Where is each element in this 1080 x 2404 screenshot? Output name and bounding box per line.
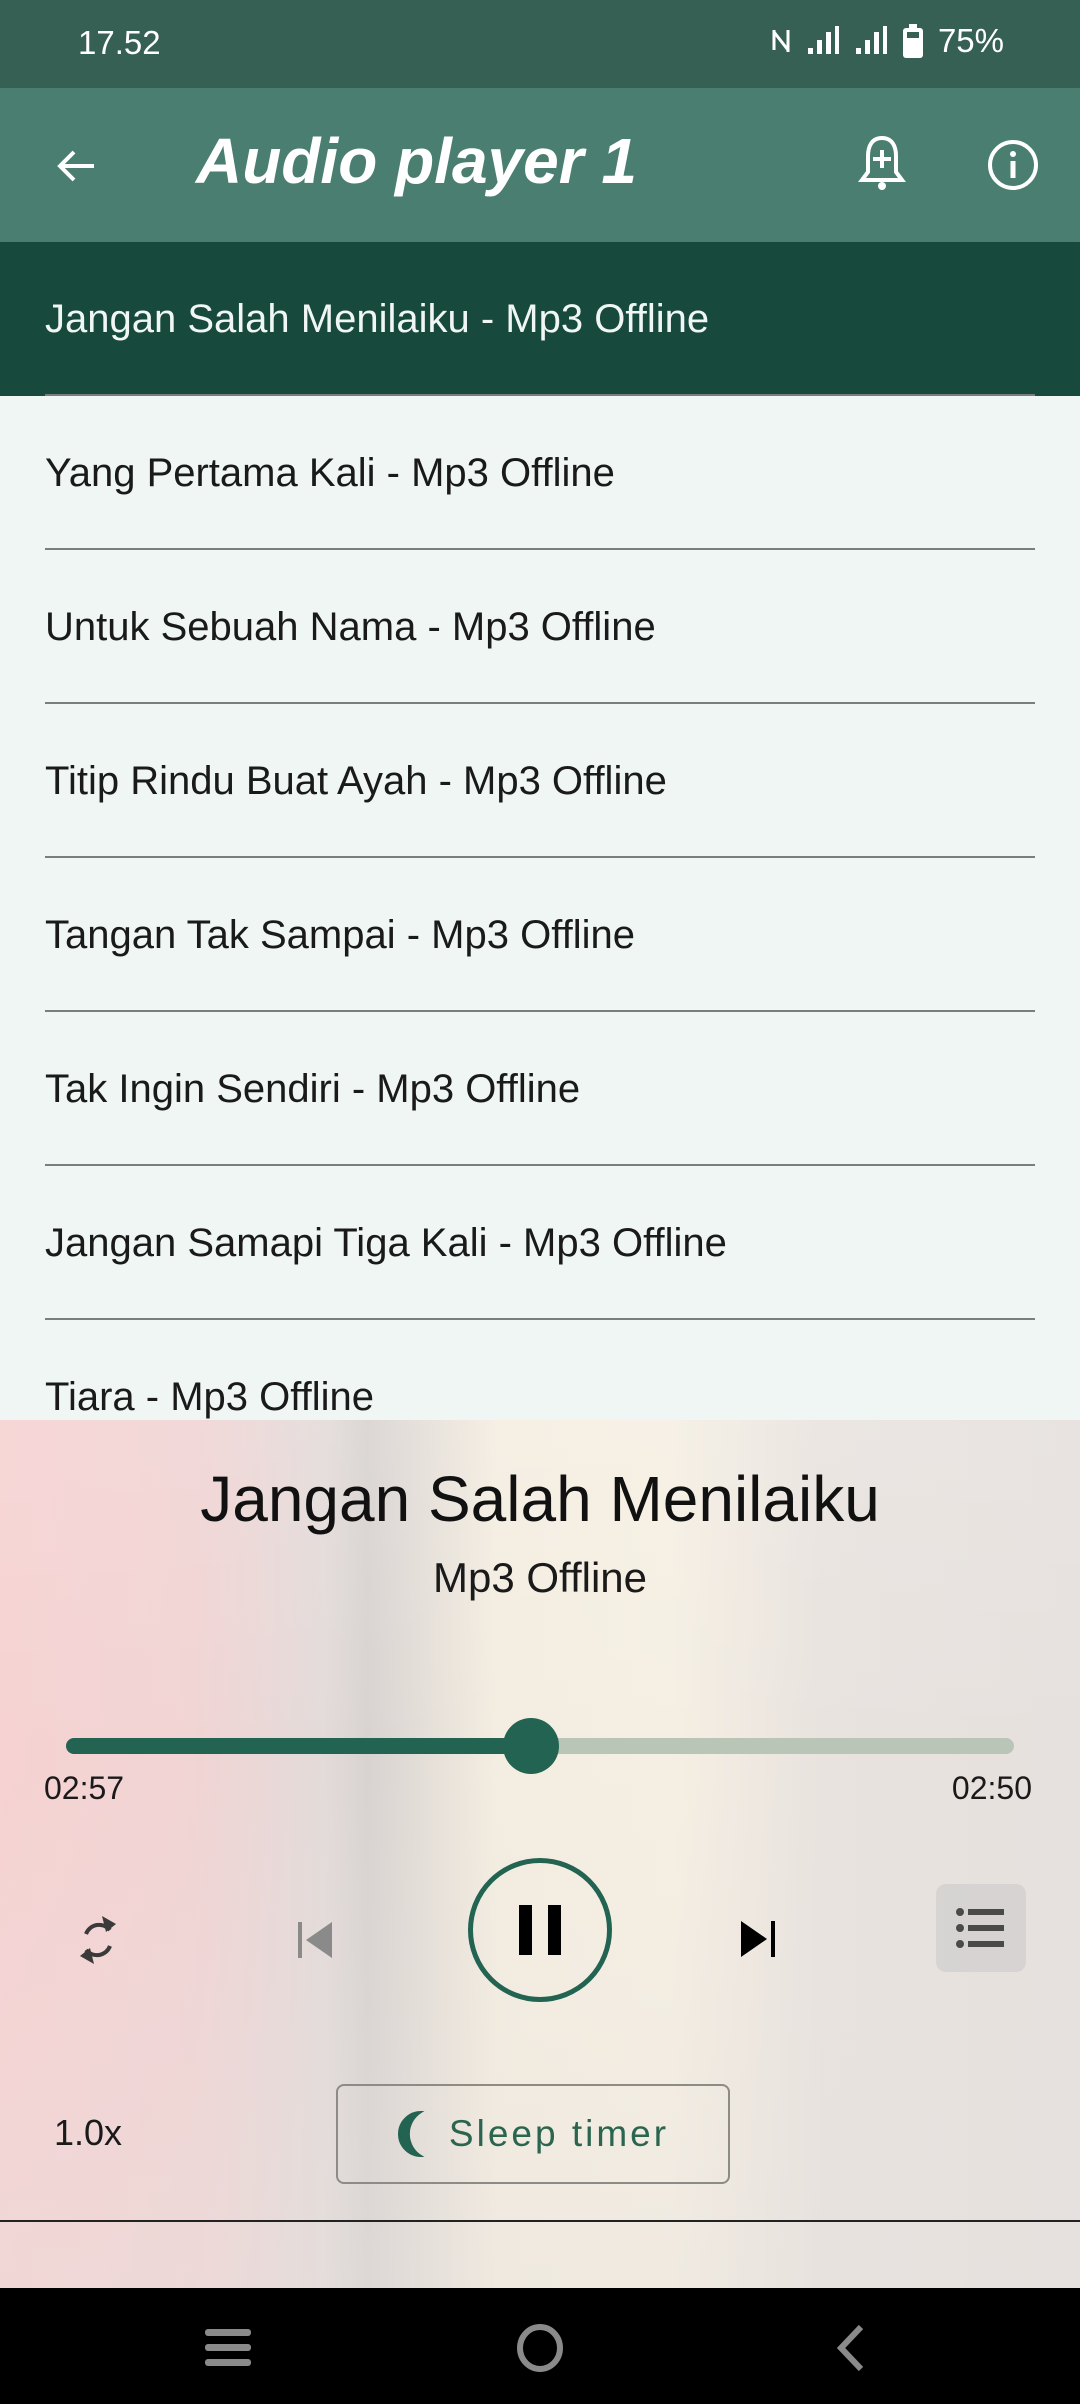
list-item[interactable]: Jangan Samapi Tiga Kali - Mp3 Offline <box>0 1166 1080 1320</box>
nfc-icon <box>770 26 792 56</box>
divider <box>0 2220 1080 2222</box>
list-item[interactable]: Jangan Salah Menilaiku - Mp3 Offline <box>0 242 1080 396</box>
now-playing-title: Jangan Salah Menilaiku <box>200 1463 880 1535</box>
playlist: Jangan Salah Menilaiku - Mp3 Offline Yan… <box>0 242 1080 1420</box>
player-panel: Jangan Salah Menilaiku Mp3 Offline 02:57… <box>0 1420 1080 2288</box>
list-item[interactable]: Yang Pertama Kali - Mp3 Offline <box>0 396 1080 550</box>
back-icon <box>836 2324 864 2372</box>
recents-icon <box>205 2329 251 2366</box>
signal-icon <box>806 26 840 56</box>
status-time: 17.52 <box>78 24 161 61</box>
playback-speed[interactable]: 1.0x <box>54 2112 122 2154</box>
seek-progress <box>66 1738 531 1754</box>
pause-button[interactable] <box>468 1858 612 2002</box>
next-button[interactable] <box>736 1910 782 1968</box>
list-item[interactable]: Titip Rindu Buat Ayah - Mp3 Offline <box>0 704 1080 858</box>
page-title: Audio player 1 <box>196 125 637 197</box>
back-nav-button[interactable] <box>820 2318 880 2378</box>
track-label: Titip Rindu Buat Ayah - Mp3 Offline <box>45 758 667 803</box>
info-button[interactable] <box>986 138 1040 192</box>
track-label: Tangan Tak Sampai - Mp3 Offline <box>45 912 635 957</box>
sleep-timer-label: Sleep timer <box>448 2113 670 2154</box>
status-icons: 75% <box>770 22 1004 60</box>
total-time: 02:50 <box>951 1770 1032 1806</box>
back-button[interactable] <box>50 138 106 194</box>
queue-list-icon <box>956 1908 1004 1948</box>
previous-button[interactable] <box>288 1914 344 1966</box>
pause-icon <box>519 1905 561 1955</box>
signal-icon <box>854 26 888 56</box>
info-icon <box>988 140 1038 190</box>
elapsed-time: 02:57 <box>44 1770 125 1806</box>
queue-button[interactable] <box>936 1884 1026 1972</box>
seek-bar[interactable] <box>66 1718 1014 1774</box>
track-label: Jangan Salah Menilaiku - Mp3 Offline <box>45 296 710 341</box>
home-button[interactable] <box>510 2318 570 2378</box>
track-label: Yang Pertama Kali - Mp3 Offline <box>45 450 615 495</box>
track-label: Jangan Samapi Tiga Kali - Mp3 Offline <box>45 1220 727 1265</box>
list-item[interactable]: Untuk Sebuah Nama - Mp3 Offline <box>0 550 1080 704</box>
skip-next-icon <box>741 1921 775 1957</box>
seek-thumb[interactable] <box>502 1718 559 1774</box>
moon-icon <box>397 2110 425 2158</box>
system-nav-bar <box>0 2288 1080 2404</box>
repeat-icon <box>80 1916 116 1964</box>
bell-plus-icon <box>858 135 906 190</box>
track-label: Tak Ingin Sendiri - Mp3 Offline <box>45 1066 581 1111</box>
home-icon <box>517 2324 563 2372</box>
list-item[interactable]: Tangan Tak Sampai - Mp3 Offline <box>0 858 1080 1012</box>
track-label: Tiara - Mp3 Offline <box>45 1374 375 1419</box>
battery-percent: 75% <box>937 22 1004 59</box>
track-label: Untuk Sebuah Nama - Mp3 Offline <box>45 604 656 649</box>
repeat-button[interactable] <box>66 1904 130 1976</box>
list-item[interactable]: Tak Ingin Sendiri - Mp3 Offline <box>0 1012 1080 1166</box>
now-playing-subtitle: Mp3 Offline <box>433 1554 647 1601</box>
add-reminder-button[interactable] <box>856 134 908 194</box>
arrow-left-icon <box>57 150 94 182</box>
status-bar: 17.52 75% <box>0 0 1080 88</box>
app-bar: Audio player 1 <box>0 88 1080 242</box>
battery-icon <box>902 24 924 58</box>
list-item[interactable]: Tiara - Mp3 Offline <box>0 1320 1080 1420</box>
skip-previous-icon <box>298 1922 332 1958</box>
sleep-timer-button[interactable]: Sleep timer <box>336 2084 730 2184</box>
recents-button[interactable] <box>198 2318 258 2378</box>
